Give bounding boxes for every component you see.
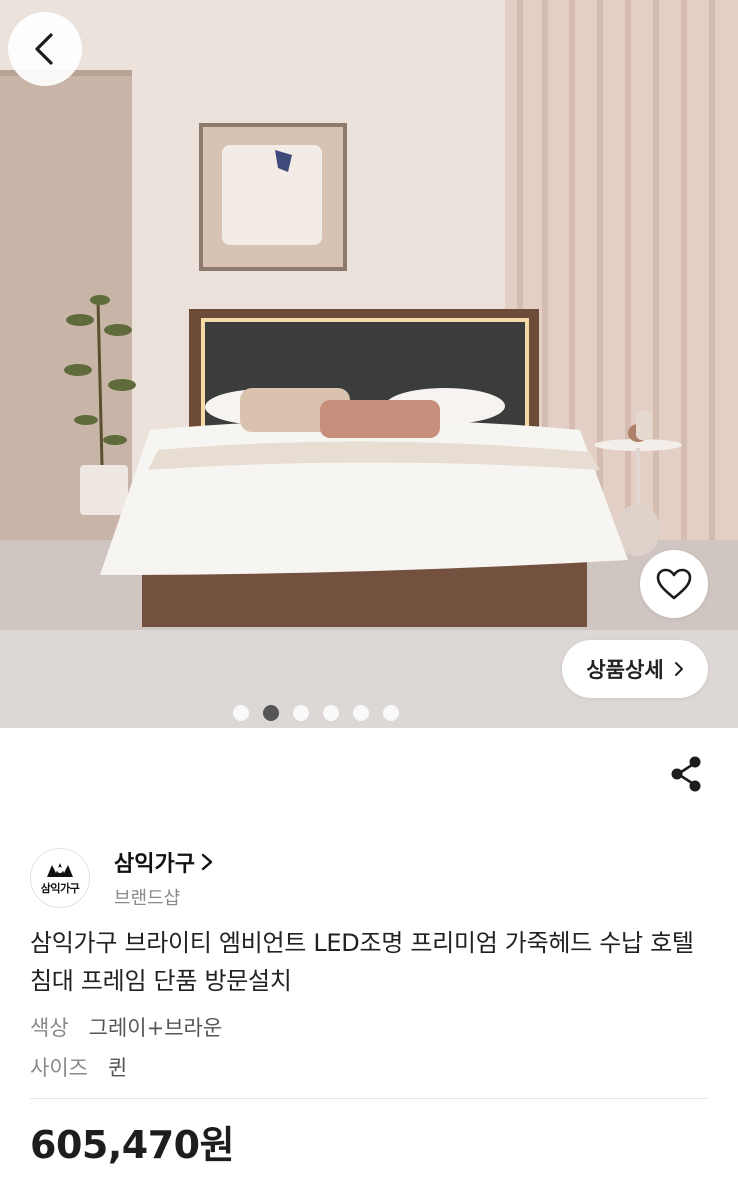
product-photo (0, 0, 738, 728)
carousel-dot[interactable] (383, 705, 399, 721)
product-image-carousel[interactable]: 상품상세 (0, 0, 738, 728)
option-color-key: 색상 (30, 1016, 69, 1040)
carousel-dot[interactable] (293, 705, 309, 721)
carousel-dot[interactable] (353, 705, 369, 721)
carousel-dot-active[interactable] (263, 705, 279, 721)
option-size-value: 퀸 (107, 1056, 128, 1080)
product-title: 삼익가구 브라이티 엠비언트 LED조명 프리미엄 가죽헤드 수납 호텔 침대 … (30, 929, 694, 995)
brand-emblem-icon (47, 862, 73, 877)
option-size-key: 사이즈 (30, 1056, 88, 1080)
brand-subtitle: 브랜드샵 (114, 888, 181, 909)
brand-name: 삼익가구 (114, 852, 195, 877)
brand-logo[interactable]: 삼익가구 (30, 848, 90, 908)
divider (30, 1098, 708, 1099)
chevron-right-icon (201, 853, 213, 871)
chevron-right-icon (674, 662, 683, 676)
carousel-dot[interactable] (233, 705, 249, 721)
brand-shop-link[interactable]: 삼익가구 삼익가구 브랜드샵 (30, 846, 213, 910)
option-color-value: 그레이+브라운 (88, 1016, 223, 1040)
option-size: 사이즈 퀸 (30, 1052, 127, 1082)
option-color: 색상 그레이+브라운 (30, 1012, 222, 1042)
brand-name-link[interactable]: 삼익가구 (114, 846, 213, 878)
product-price: 605,470원 (30, 1123, 235, 1167)
chevron-left-icon (35, 33, 53, 65)
heart-outline-icon (656, 568, 692, 600)
back-button[interactable] (8, 12, 82, 86)
product-detail-label: 상품상세 (586, 658, 664, 682)
wishlist-button[interactable] (640, 550, 708, 618)
share-button[interactable] (664, 752, 708, 796)
carousel-dot[interactable] (323, 705, 339, 721)
share-icon (671, 756, 701, 792)
brand-info: 삼익가구 브랜드샵 (114, 846, 213, 910)
product-detail-button[interactable]: 상품상세 (562, 640, 708, 698)
carousel-indicator (0, 705, 738, 721)
brand-logo-text: 삼익가구 (40, 881, 80, 895)
